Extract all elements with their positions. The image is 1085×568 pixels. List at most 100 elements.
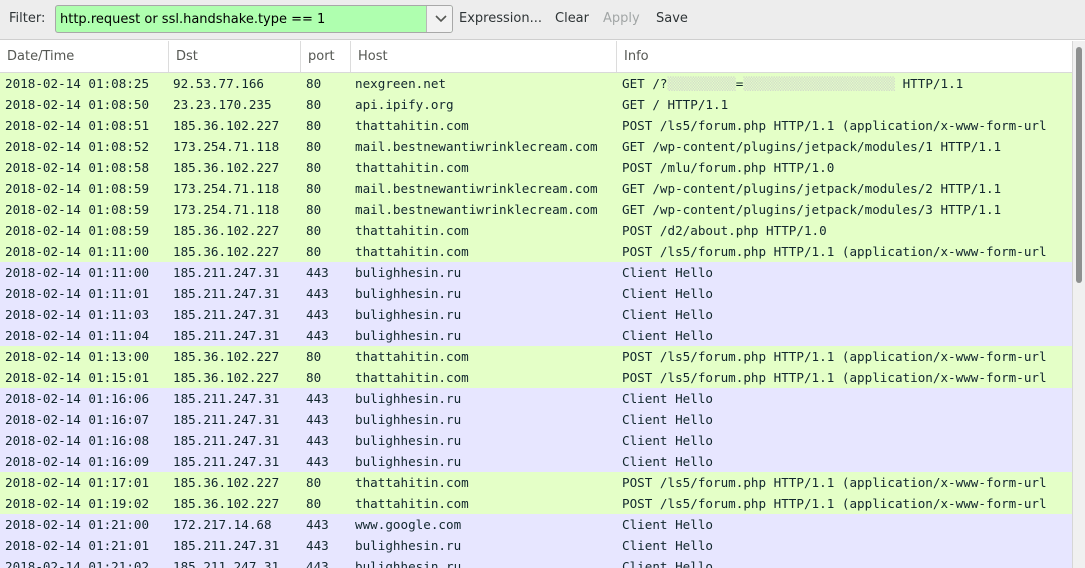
packet-info: POST /ls5/forum.php HTTP/1.1 (applicatio… xyxy=(622,475,1047,490)
packet-info: POST /ls5/forum.php HTTP/1.1 (applicatio… xyxy=(622,118,1047,133)
packet-row[interactable]: 2018-02-14 01:11:00 185.36.102.227 80 thatt… xyxy=(0,241,1072,262)
packet-host: thattahitin.com xyxy=(355,244,469,259)
packet-row[interactable]: 2018-02-14 01:21:01 185.211.247.31 443 buli… xyxy=(0,535,1072,556)
packet-list-header: Date/Time Dst port Host Info xyxy=(0,41,1072,73)
packet-dst: 173.254.71.118 xyxy=(173,202,280,217)
packet-port: 80 xyxy=(306,139,322,154)
packet-row[interactable]: 2018-02-14 01:16:08 185.211.247.31 443 buli… xyxy=(0,430,1072,451)
packet-dst: 185.36.102.227 xyxy=(173,118,280,133)
packet-dst: 92.53.77.166 xyxy=(173,76,264,91)
packet-row[interactable]: 2018-02-14 01:21:02 185.211.247.31 443 buli… xyxy=(0,556,1072,568)
expression-button[interactable]: Expression... xyxy=(459,11,542,26)
packet-host: bulighhesin.ru xyxy=(355,391,462,406)
column-header-datetime[interactable]: Date/Time xyxy=(0,41,169,72)
packet-row[interactable]: 2018-02-14 01:11:03 185.211.247.31 443 buli… xyxy=(0,304,1072,325)
packet-host: thattahitin.com xyxy=(355,370,469,385)
packet-port: 443 xyxy=(306,454,329,469)
filter-combobox[interactable] xyxy=(55,5,453,33)
info-text: HTTP/1.1 xyxy=(895,76,964,91)
packet-host: nexgreen.net xyxy=(355,76,446,91)
redacted-text: ▒▒▒▒▒▒▒▒▒▒▒▒▒▒▒▒▒▒▒▒ xyxy=(743,76,895,91)
packet-host: bulighhesin.ru xyxy=(355,538,462,553)
packet-host: api.ipify.org xyxy=(355,97,454,112)
packet-port: 80 xyxy=(306,496,322,511)
packet-host: bulighhesin.ru xyxy=(355,559,462,568)
packet-host: bulighhesin.ru xyxy=(355,328,462,343)
column-header-host[interactable]: Host xyxy=(351,41,617,72)
packet-row[interactable]: 2018-02-14 01:21:00 172.217.14.68 443 www.g… xyxy=(0,514,1072,535)
packet-info: POST /ls5/forum.php HTTP/1.1 (applicatio… xyxy=(622,496,1047,511)
packet-host: bulighhesin.ru xyxy=(355,454,462,469)
packet-row[interactable]: 2018-02-14 01:15:01 185.36.102.227 80 thatt… xyxy=(0,367,1072,388)
packet-datetime: 2018-02-14 01:08:50 xyxy=(5,97,150,112)
packet-port: 80 xyxy=(306,223,322,238)
packet-row[interactable]: 2018-02-14 01:16:09 185.211.247.31 443 buli… xyxy=(0,451,1072,472)
packet-dst: 185.211.247.31 xyxy=(173,559,280,568)
packet-row[interactable]: 2018-02-14 01:13:00 185.36.102.227 80 thatt… xyxy=(0,346,1072,367)
packet-datetime: 2018-02-14 01:13:00 xyxy=(5,349,150,364)
packet-row[interactable]: 2018-02-14 01:11:04 185.211.247.31 443 buli… xyxy=(0,325,1072,346)
clear-button[interactable]: Clear xyxy=(555,11,589,26)
packet-row[interactable]: 2018-02-14 01:08:51 185.36.102.227 80 thatt… xyxy=(0,115,1072,136)
packet-row[interactable]: 2018-02-14 01:08:59 185.36.102.227 80 thatt… xyxy=(0,220,1072,241)
column-header-port[interactable]: port xyxy=(301,41,351,72)
packet-info: Client Hello xyxy=(622,412,713,427)
packet-host: bulighhesin.ru xyxy=(355,286,462,301)
packet-port: 443 xyxy=(306,433,329,448)
packet-host: thattahitin.com xyxy=(355,349,469,364)
chevron-down-icon xyxy=(434,15,447,23)
packet-list-scrollbar[interactable] xyxy=(1072,41,1085,568)
packet-host: bulighhesin.ru xyxy=(355,265,462,280)
packet-row[interactable]: 2018-02-14 01:08:59 173.254.71.118 80 mail.… xyxy=(0,199,1072,220)
packet-host: mail.bestnewantiwrinklecream.com xyxy=(355,181,598,196)
packet-row[interactable]: 2018-02-14 01:08:58 185.36.102.227 80 thatt… xyxy=(0,157,1072,178)
packet-host: thattahitin.com xyxy=(355,223,469,238)
filter-dropdown-button[interactable] xyxy=(426,6,452,32)
packet-host: thattahitin.com xyxy=(355,475,469,490)
packet-datetime: 2018-02-14 01:08:59 xyxy=(5,181,150,196)
display-filter-toolbar: Filter: Expression... Clear Apply Save xyxy=(0,0,1085,40)
packet-dst: 185.36.102.227 xyxy=(173,349,280,364)
packet-row[interactable]: 2018-02-14 01:11:00 185.211.247.31 443 buli… xyxy=(0,262,1072,283)
packet-datetime: 2018-02-14 01:16:08 xyxy=(5,433,150,448)
packet-row[interactable]: 2018-02-14 01:11:01 185.211.247.31 443 buli… xyxy=(0,283,1072,304)
packet-host: www.google.com xyxy=(355,517,462,532)
packet-row[interactable]: 2018-02-14 01:08:59 173.254.71.118 80 mail.… xyxy=(0,178,1072,199)
packet-row[interactable]: 2018-02-14 01:16:06 185.211.247.31 443 buli… xyxy=(0,388,1072,409)
packet-info: GET /wp-content/plugins/jetpack/modules/… xyxy=(622,202,1002,217)
packet-port: 80 xyxy=(306,370,322,385)
packet-port: 443 xyxy=(306,391,329,406)
packet-datetime: 2018-02-14 01:16:09 xyxy=(5,454,150,469)
packet-info: Client Hello xyxy=(622,391,713,406)
column-header-dst[interactable]: Dst xyxy=(169,41,301,72)
packet-row[interactable]: 2018-02-14 01:08:52 173.254.71.118 80 mail.… xyxy=(0,136,1072,157)
packet-datetime: 2018-02-14 01:08:51 xyxy=(5,118,150,133)
packet-host: thattahitin.com xyxy=(355,496,469,511)
packet-host: mail.bestnewantiwrinklecream.com xyxy=(355,202,598,217)
packet-host: mail.bestnewantiwrinklecream.com xyxy=(355,139,598,154)
save-button[interactable]: Save xyxy=(656,11,688,26)
packet-info: POST /mlu/forum.php HTTP/1.0 xyxy=(622,160,835,175)
packet-info: GET /wp-content/plugins/jetpack/modules/… xyxy=(622,181,1002,196)
packet-dst: 185.211.247.31 xyxy=(173,307,280,322)
packet-row[interactable]: 2018-02-14 01:19:02 185.36.102.227 80 thatt… xyxy=(0,493,1072,514)
packet-info: Client Hello xyxy=(622,559,713,568)
apply-button[interactable]: Apply xyxy=(603,11,640,26)
packet-row[interactable]: 2018-02-14 01:17:01 185.36.102.227 80 thatt… xyxy=(0,472,1072,493)
scrollbar-thumb[interactable] xyxy=(1076,47,1082,283)
packet-port: 80 xyxy=(306,118,322,133)
packet-row[interactable]: 2018-02-14 01:16:07 185.211.247.31 443 buli… xyxy=(0,409,1072,430)
packet-dst: 185.36.102.227 xyxy=(173,223,280,238)
packet-info: Client Hello xyxy=(622,307,713,322)
column-header-info[interactable]: Info xyxy=(617,41,1072,72)
packet-info: POST /ls5/forum.php HTTP/1.1 (applicatio… xyxy=(622,349,1047,364)
packet-datetime: 2018-02-14 01:08:59 xyxy=(5,202,150,217)
packet-dst: 185.211.247.31 xyxy=(173,265,280,280)
packet-port: 443 xyxy=(306,286,329,301)
packet-port: 443 xyxy=(306,265,329,280)
packet-row[interactable]: 2018-02-14 01:08:25 92.53.77.166 80 nexgree… xyxy=(0,73,1072,94)
packet-datetime: 2018-02-14 01:11:03 xyxy=(5,307,150,322)
filter-input[interactable] xyxy=(56,6,429,32)
packet-info: Client Hello xyxy=(622,517,713,532)
packet-row[interactable]: 2018-02-14 01:08:50 23.23.170.235 80 api.ip… xyxy=(0,94,1072,115)
